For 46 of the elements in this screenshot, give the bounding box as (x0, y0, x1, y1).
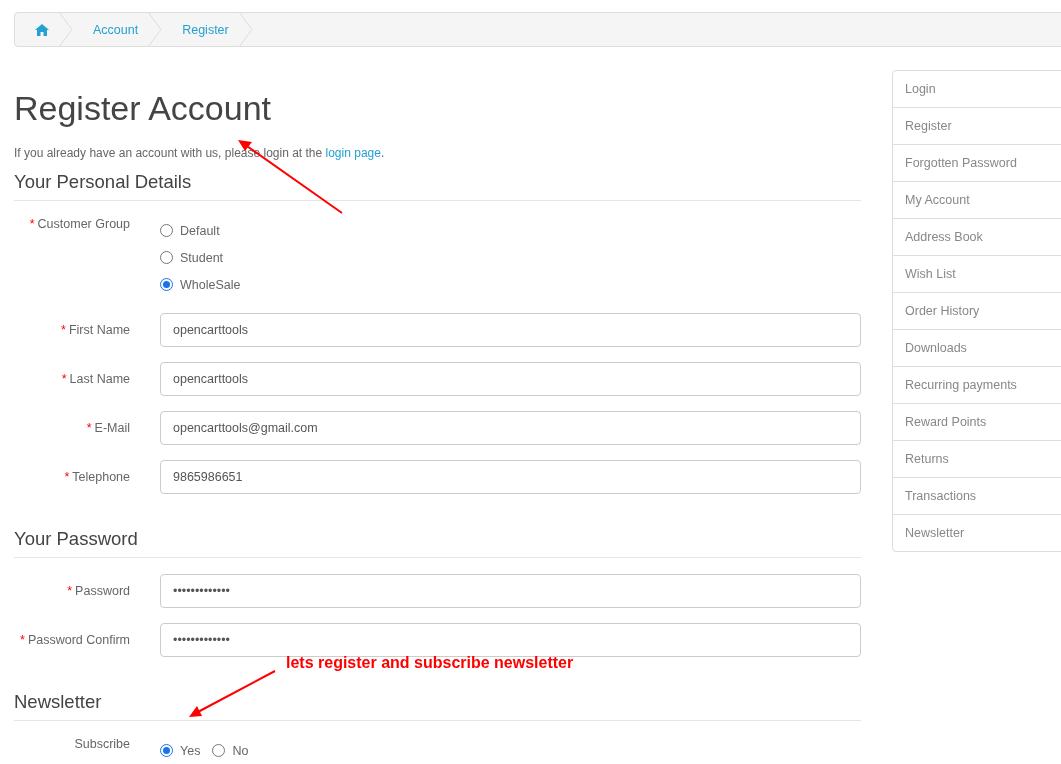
option-label[interactable]: Default (180, 223, 220, 238)
radio-button[interactable] (160, 744, 173, 757)
option-label[interactable]: Student (180, 250, 224, 265)
option-label[interactable]: Yes (180, 743, 201, 758)
intro-text: If you already have an account with us, please login at the login page. (14, 145, 386, 161)
radio-button[interactable] (160, 224, 173, 237)
field-label: * Last Name (60, 372, 131, 386)
field-label: * Password (66, 584, 131, 598)
menu-item[interactable]: Wish List (893, 255, 1061, 292)
page-title: Register Account (14, 88, 273, 128)
menu-item[interactable]: My Account (893, 181, 1061, 218)
menu-item[interactable]: Downloads (893, 329, 1061, 366)
menu-item[interactable]: Order History (893, 292, 1061, 329)
input-field[interactable]: opencarttools@gmail.com (160, 411, 861, 445)
login-page-link[interactable]: login page (325, 146, 381, 160)
section-heading: Your Personal Details (14, 161, 861, 201)
section-heading: Your Password (14, 518, 861, 558)
input-field[interactable]: opencarttools (160, 362, 861, 396)
breadcrumb-link[interactable]: Account (73, 22, 149, 37)
menu-item[interactable]: Register (893, 107, 1061, 144)
option-label[interactable]: WholeSale (180, 277, 241, 292)
input-field[interactable]: 9865986651 (160, 460, 861, 494)
field-label: Subscribe (73, 737, 131, 751)
field-label: * Telephone (63, 470, 131, 484)
input-field[interactable]: opencarttools (160, 313, 861, 347)
menu-item[interactable]: Returns (893, 440, 1061, 477)
field-label: * Customer Group (28, 217, 131, 231)
menu-item[interactable]: Forgotten Password (893, 144, 1061, 181)
menu-item[interactable]: Newsletter (893, 514, 1061, 551)
input-field[interactable]: ••••••••••••• (160, 623, 861, 657)
menu-item[interactable]: Login (893, 71, 1061, 107)
radio-button[interactable] (160, 278, 173, 291)
field-label: * Password Confirm (19, 633, 131, 647)
breadcrumb-link[interactable]: Register (162, 22, 239, 37)
input-field[interactable]: ••••••••••••• (160, 574, 861, 608)
radio-button[interactable] (212, 744, 226, 757)
menu-item[interactable]: Transactions (893, 477, 1061, 514)
menu-item[interactable]: Address Book (893, 218, 1061, 255)
radio-button[interactable] (160, 251, 173, 264)
field-label: * First Name (60, 323, 131, 337)
section-heading: Newsletter (14, 681, 861, 721)
menu-item[interactable]: Recurring payments (893, 366, 1061, 403)
option-label[interactable]: No (232, 743, 249, 758)
field-label: * E-Mail (85, 421, 131, 435)
annotation-note: lets register and subscribe newsletter (286, 654, 574, 672)
menu-item[interactable]: Reward Points (893, 403, 1061, 440)
